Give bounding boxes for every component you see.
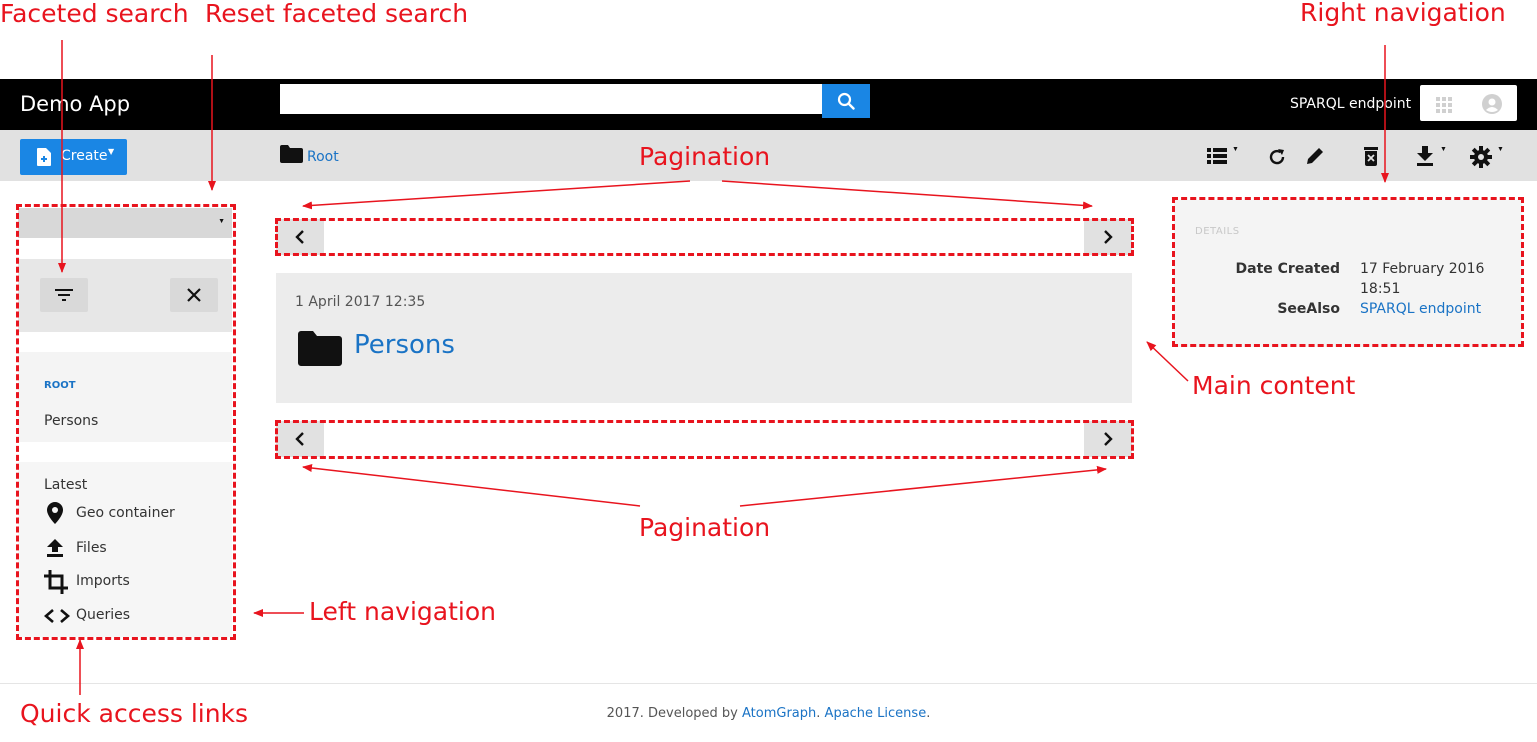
list-view-button[interactable]: ▼ — [1207, 146, 1245, 168]
search-button[interactable] — [822, 84, 870, 118]
right-navigation-highlight — [1172, 197, 1524, 347]
toolbar: ▼ ▼ ▼ — [1200, 143, 1510, 169]
footer-separator: . — [816, 706, 821, 721]
pagination-top-highlight — [275, 218, 1134, 256]
right-navigation-annotation: Right navigation — [1300, 0, 1506, 27]
quick-access-links-annotation: Quick access links — [20, 699, 249, 728]
apache-license-link[interactable]: Apache License — [825, 706, 927, 721]
faceted-search-annotation: Faceted search — [0, 0, 189, 28]
main-content-annotation: Main content — [1192, 371, 1356, 400]
refresh-icon[interactable] — [1268, 148, 1286, 166]
caret-down-icon: ▼ — [1232, 146, 1239, 153]
settings-icon — [1470, 146, 1492, 168]
create-button[interactable]: Create ▼ — [20, 139, 127, 175]
pagination-top-right-arrow — [721, 180, 1093, 210]
caret-down-icon: ▼ — [1440, 146, 1447, 153]
user-account-icon[interactable] — [1482, 94, 1502, 114]
search-input[interactable] — [280, 84, 822, 114]
footer-suffix: . — [926, 706, 931, 721]
download-icon — [1417, 146, 1433, 166]
breadcrumb-root-link[interactable]: Root — [307, 149, 339, 165]
pagination-top-left-arrow — [302, 180, 691, 210]
main-content-arrow — [1146, 341, 1189, 382]
folder-icon — [280, 145, 303, 163]
caret-down-icon: ▼ — [1497, 146, 1504, 153]
add-document-icon — [37, 148, 51, 166]
brand-title[interactable]: Demo App — [20, 92, 130, 116]
reset-faceted-search-annotation: Reset faceted search — [205, 0, 469, 28]
download-button[interactable]: ▼ — [1416, 146, 1454, 168]
settings-button[interactable]: ▼ — [1470, 146, 1510, 168]
edit-icon[interactable] — [1305, 146, 1325, 166]
folder-icon — [298, 331, 342, 366]
delete-icon[interactable] — [1363, 146, 1379, 166]
caret-down-icon: ▼ — [108, 147, 115, 156]
left-navigation-highlight — [16, 204, 236, 640]
pagination-bottom-left-arrow — [302, 464, 641, 507]
pagination-bottom-annotation: Pagination — [639, 513, 771, 542]
pagination-bottom-highlight — [275, 420, 1134, 459]
right-nav-buttons — [1420, 85, 1517, 121]
list-view-icon — [1207, 148, 1227, 164]
left-navigation-annotation: Left navigation — [309, 597, 496, 626]
footer-divider — [0, 683, 1537, 684]
atomgraph-link[interactable]: AtomGraph — [742, 706, 816, 721]
sparql-endpoint-link[interactable]: SPARQL endpoint — [1290, 96, 1411, 112]
item-title-link[interactable]: Persons — [354, 330, 455, 360]
apps-icon[interactable] — [1436, 97, 1452, 113]
pagination-bottom-right-arrow — [739, 465, 1107, 507]
item-date: 1 April 2017 12:35 — [295, 294, 426, 310]
footer-prefix: 2017. Developed by — [606, 706, 738, 721]
create-button-label: Create — [61, 148, 108, 164]
pagination-top-annotation: Pagination — [639, 142, 771, 171]
search-icon — [837, 92, 855, 110]
